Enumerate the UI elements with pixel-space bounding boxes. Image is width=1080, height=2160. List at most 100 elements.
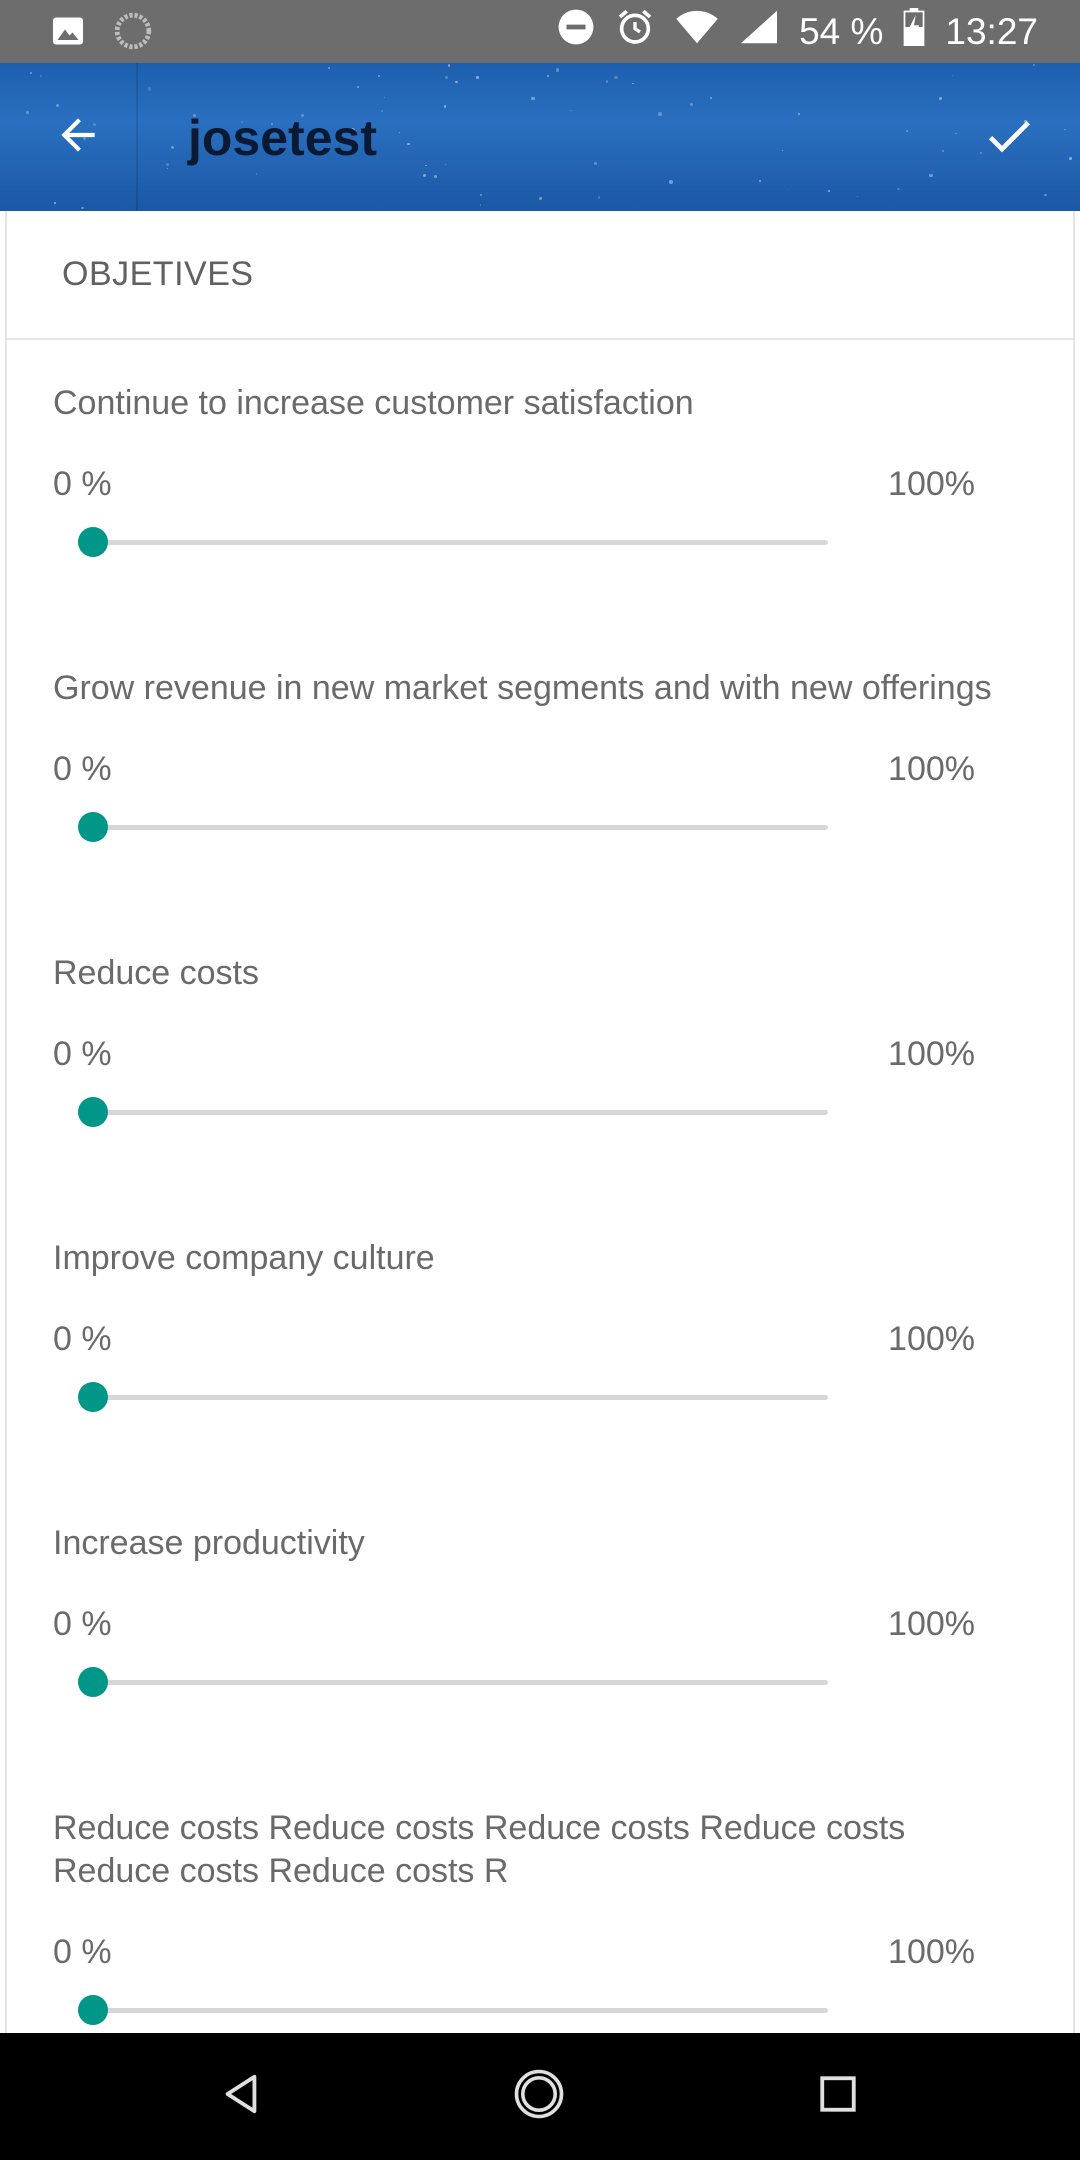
slider-track[interactable]: [93, 1395, 828, 1400]
texture-speckle: [166, 167, 168, 169]
slider-thumb[interactable]: [78, 1382, 108, 1412]
texture-speckle: [166, 163, 170, 167]
texture-speckle: [827, 190, 830, 192]
range-max-label: 100%: [888, 1605, 975, 1643]
texture-speckle: [954, 132, 957, 135]
objective-item: Continue to increase customer satisfacti…: [7, 340, 1073, 573]
texture-speckle: [951, 75, 953, 77]
range-labels: 0 % 100%: [53, 1605, 1013, 1653]
texture-speckle: [546, 74, 550, 77]
objective-slider[interactable]: [53, 1981, 1013, 2033]
texture-speckle: [443, 105, 447, 108]
objective-label: Reduce costs Reduce costs Reduce costs R…: [53, 1809, 906, 1890]
range-min-label: 0 %: [53, 465, 112, 503]
texture-speckle: [668, 179, 673, 184]
slider-track[interactable]: [93, 2008, 828, 2013]
texture-speckle: [594, 162, 597, 165]
texture-speckle: [538, 197, 542, 201]
range-min-label: 0 %: [53, 1605, 112, 1643]
status-left: [50, 12, 152, 55]
texture-speckle: [786, 188, 789, 191]
slider-thumb[interactable]: [78, 812, 108, 842]
texture-speckle: [605, 80, 609, 83]
objective-item: Reduce costs 0 % 100%: [7, 896, 1073, 1143]
objective-label: Reduce costs: [53, 954, 259, 992]
back-button[interactable]: [44, 103, 112, 171]
objectives-panel: OBJETIVES Continue to increase customer …: [5, 211, 1075, 2033]
objective-label: Improve company culture: [53, 1239, 435, 1277]
texture-speckle: [433, 175, 437, 179]
navigation-bar: [0, 2033, 1080, 2160]
texture-speckle: [939, 97, 943, 100]
range-labels: 0 % 100%: [53, 465, 1013, 513]
texture-speckle: [54, 201, 56, 204]
clock: 13:27: [945, 10, 1038, 52]
objective-item: Grow revenue in new market segments and …: [7, 611, 1073, 858]
objective-slider[interactable]: [53, 513, 1013, 573]
texture-speckle: [531, 97, 535, 101]
texture-speckle: [378, 74, 381, 77]
texture-speckle: [328, 67, 330, 69]
texture-speckle: [797, 112, 801, 116]
texture-speckle: [445, 163, 447, 165]
texture-speckle: [905, 129, 908, 133]
range-min-label: 0 %: [53, 1035, 112, 1073]
range-labels: 0 % 100%: [53, 1320, 1013, 1368]
texture-speckle: [569, 109, 572, 112]
texture-speckle: [781, 150, 784, 152]
objective-slider[interactable]: [53, 1653, 1013, 1713]
slider-thumb[interactable]: [78, 1667, 108, 1697]
battery-label: 54 %: [799, 10, 884, 52]
texture-speckle: [29, 71, 32, 74]
image-icon: [50, 13, 86, 54]
texture-speckle: [856, 195, 859, 198]
range-min-label: 0 %: [53, 750, 112, 788]
texture-speckle: [147, 87, 151, 91]
nav-home-button[interactable]: [506, 2063, 572, 2129]
app-bar: josetest: [0, 63, 1080, 211]
slider-thumb[interactable]: [78, 527, 108, 557]
slider-track[interactable]: [93, 540, 828, 545]
objectives-list: Continue to increase customer satisfacti…: [7, 340, 1073, 2033]
texture-speckle: [613, 75, 618, 80]
texture-speckle: [1032, 64, 1035, 66]
range-max-label: 100%: [888, 465, 975, 503]
texture-speckle: [1044, 194, 1047, 197]
texture-speckle: [690, 102, 694, 106]
texture-speckle: [407, 142, 410, 146]
objective-item: Improve company culture 0 % 100%: [7, 1181, 1073, 1428]
texture-speckle: [384, 97, 386, 99]
texture-speckle: [445, 75, 449, 80]
objective-slider[interactable]: [53, 1368, 1013, 1428]
nav-recents-button[interactable]: [805, 2063, 871, 2129]
slider-thumb[interactable]: [78, 1097, 108, 1127]
texture-speckle: [597, 196, 600, 199]
range-min-label: 0 %: [53, 1320, 112, 1358]
texture-speckle: [479, 193, 483, 197]
texture-speckle: [255, 172, 258, 175]
slider-thumb[interactable]: [78, 1995, 108, 2025]
slider-track[interactable]: [93, 825, 828, 830]
wifi-icon: [675, 9, 719, 54]
texture-speckle: [555, 68, 560, 73]
do-not-disturb-icon: [557, 8, 595, 55]
nav-back-button[interactable]: [208, 2063, 274, 2129]
slider-track[interactable]: [93, 1110, 828, 1115]
texture-speckle: [759, 179, 762, 182]
texture-speckle: [380, 110, 383, 113]
slider-track[interactable]: [93, 1680, 828, 1685]
confirm-button[interactable]: [972, 101, 1046, 175]
texture-speckle: [1064, 128, 1066, 131]
texture-speckle: [897, 187, 900, 191]
texture-speckle: [356, 85, 360, 89]
texture-speckle: [1069, 157, 1072, 160]
nav-recents-icon: [817, 2073, 859, 2120]
texture-speckle: [476, 76, 480, 79]
texture-speckle: [425, 164, 427, 167]
signal-icon: [739, 9, 779, 54]
texture-speckle: [455, 80, 458, 84]
objective-slider[interactable]: [53, 1083, 1013, 1143]
battery-charging-icon: [903, 8, 925, 55]
objective-slider[interactable]: [53, 798, 1013, 858]
texture-speckle: [479, 204, 482, 206]
